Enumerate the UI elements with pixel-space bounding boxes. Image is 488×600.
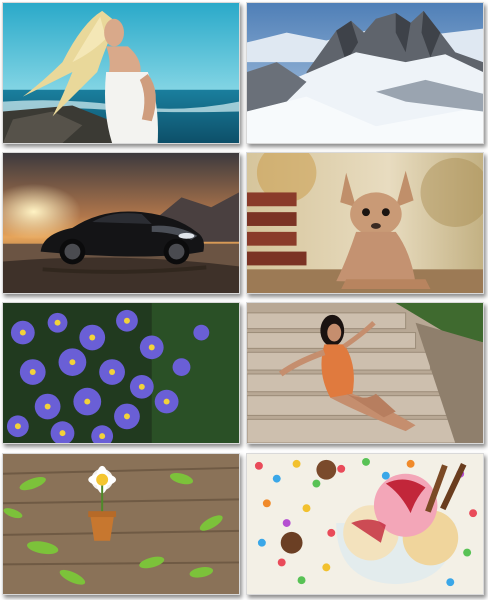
photo-snowy-mountains [246, 2, 484, 144]
photo-woman-at-sea [2, 2, 240, 144]
photo-ice-cream [246, 453, 484, 595]
photo-woman-on-steps [246, 302, 484, 444]
photo-purple-flowers [2, 302, 240, 444]
photo-daisy-pot [2, 453, 240, 595]
photo-sports-car [2, 152, 240, 294]
photo-dog-on-bench [246, 152, 484, 294]
